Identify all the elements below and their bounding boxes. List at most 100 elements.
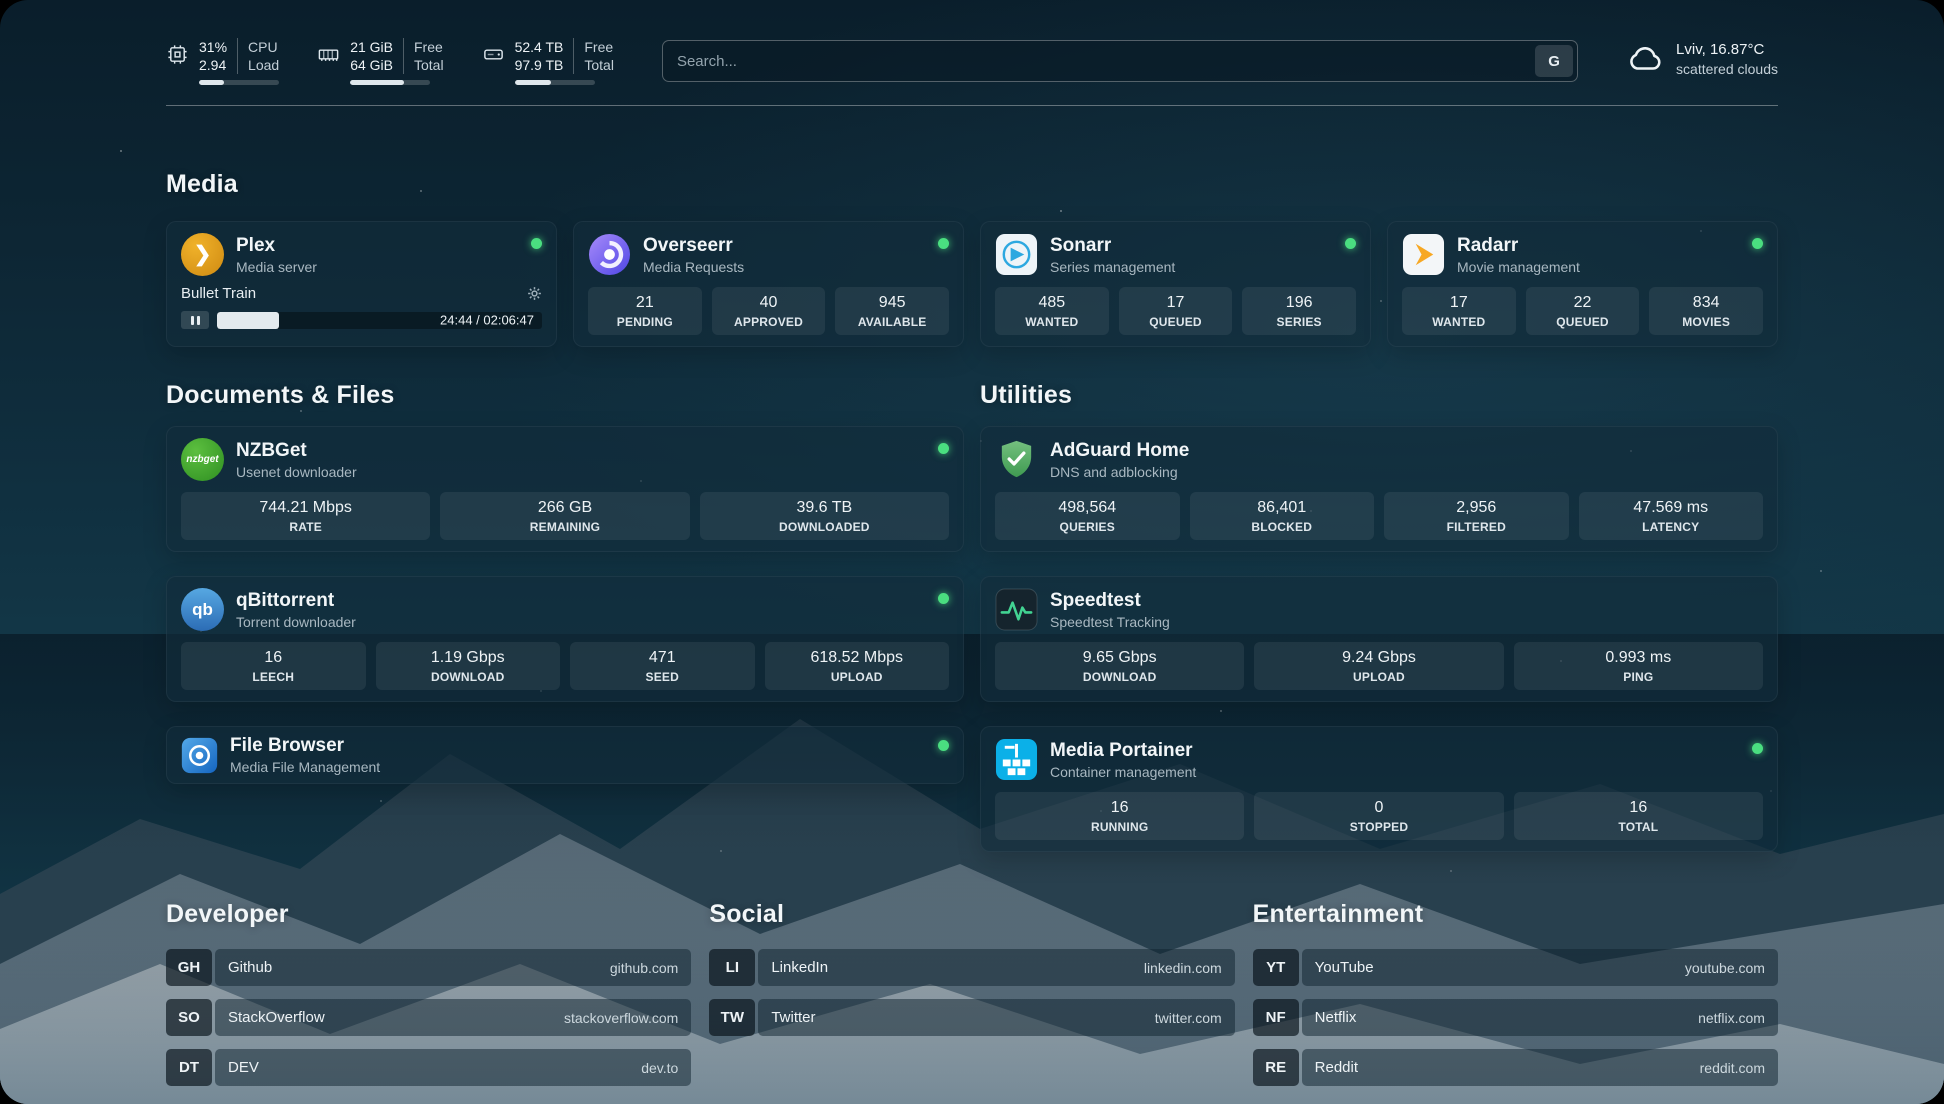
resource-widgets: 31% 2.94 CPU Load — [166, 38, 614, 85]
stat-label: SERIES — [1246, 315, 1352, 329]
nzbget-icon: nzbget — [181, 438, 224, 481]
section-documents: Documents & Files nzbget NZBGet Usenet d… — [166, 381, 964, 784]
status-online-dot — [938, 443, 949, 454]
stat-label: RUNNING — [999, 820, 1240, 834]
bookmark-abbr: SO — [166, 999, 212, 1036]
bookmark-dev[interactable]: DT DEV dev.to — [166, 1049, 691, 1086]
stat-value: 1.19 Gbps — [380, 649, 557, 667]
weather-location: Lviv, 16.87°C — [1676, 41, 1778, 58]
bookmark-url: stackoverflow.com — [564, 1010, 678, 1026]
ram-usage-widget: 21 GiB 64 GiB Free Total — [317, 38, 443, 85]
bookmark-twitter[interactable]: TW Twitter twitter.com — [709, 999, 1234, 1036]
service-card-portainer[interactable]: Media Portainer Container management 16 … — [980, 726, 1778, 852]
search-input[interactable] — [667, 53, 1531, 70]
service-subtitle: Usenet downloader — [236, 464, 357, 480]
bookmark-linkedin[interactable]: LI LinkedIn linkedin.com — [709, 949, 1234, 986]
dashboard-screen: 31% 2.94 CPU Load — [0, 0, 1944, 1104]
service-card-adguard[interactable]: AdGuard Home DNS and adblocking 498,564 … — [980, 426, 1778, 552]
ram-total-label: Total — [414, 56, 444, 74]
stat-value: 17 — [1123, 294, 1229, 312]
service-card-nzbget[interactable]: nzbget NZBGet Usenet downloader 744.21 M… — [166, 426, 964, 552]
playback-progress-bar[interactable]: 24:44 / 02:06:47 — [217, 312, 542, 329]
bookmark-github[interactable]: GH Github github.com — [166, 949, 691, 986]
bookmark-label: Github — [228, 959, 272, 976]
bookmark-url: netflix.com — [1698, 1010, 1765, 1026]
pause-button[interactable] — [181, 311, 209, 329]
service-card-overseerr[interactable]: Overseerr Media Requests 21 PENDING 40 A… — [573, 221, 964, 347]
bookmark-netflix[interactable]: NF Netflix netflix.com — [1253, 999, 1778, 1036]
bookmark-reddit[interactable]: RE Reddit reddit.com — [1253, 1049, 1778, 1086]
service-name: Plex — [236, 235, 317, 257]
stat-value: 39.6 TB — [704, 499, 945, 517]
top-bar: 31% 2.94 CPU Load — [166, 0, 1778, 85]
service-name: Media Portainer — [1050, 740, 1196, 762]
section-title-social: Social — [709, 900, 1234, 929]
stat-label: PING — [1518, 670, 1759, 684]
section-title-entertainment: Entertainment — [1253, 900, 1778, 929]
stat-value: 0.993 ms — [1518, 649, 1759, 667]
gear-icon[interactable] — [527, 286, 542, 301]
stat-upload: 9.24 Gbps UPLOAD — [1254, 642, 1503, 690]
bookmark-label: Reddit — [1315, 1059, 1358, 1076]
service-subtitle: Container management — [1050, 764, 1196, 780]
service-card-plex[interactable]: ❯ Plex Media server Bullet Train — [166, 221, 557, 347]
section-title-media: Media — [166, 170, 1778, 199]
bookmark-abbr: NF — [1253, 999, 1299, 1036]
stat-value: 196 — [1246, 294, 1352, 312]
service-card-speedtest[interactable]: Speedtest Speedtest Tracking 9.65 Gbps D… — [980, 576, 1778, 702]
service-subtitle: Media server — [236, 259, 317, 275]
bookmark-label: YouTube — [1315, 959, 1374, 976]
status-online-dot — [938, 238, 949, 249]
stat-value: 266 GB — [444, 499, 685, 517]
bookmark-url: linkedin.com — [1144, 960, 1222, 976]
service-card-sonarr[interactable]: Sonarr Series management 485 WANTED 17 Q… — [980, 221, 1371, 347]
status-online-dot — [531, 238, 542, 249]
cpu-label: CPU — [248, 38, 279, 56]
section-utilities: Utilities AdGuard Home DNS and adblockin… — [980, 381, 1778, 852]
stat-value: 498,564 — [999, 499, 1176, 517]
stat-value: 9.24 Gbps — [1258, 649, 1499, 667]
stat-wanted: 485 WANTED — [995, 287, 1109, 335]
stat-value: 17 — [1406, 294, 1512, 312]
bookmark-url: reddit.com — [1700, 1060, 1765, 1076]
playback-time: 24:44 / 02:06:47 — [440, 313, 534, 328]
stat-label: STOPPED — [1258, 820, 1499, 834]
service-card-filebrowser[interactable]: File Browser Media File Management — [166, 726, 964, 784]
section-media: Media ❯ Plex Media server Bullet Tr — [166, 170, 1778, 347]
service-card-radarr[interactable]: Radarr Movie management 17 WANTED 22 QUE… — [1387, 221, 1778, 347]
status-online-dot — [938, 593, 949, 604]
stat-available: 945 AVAILABLE — [835, 287, 949, 335]
filebrowser-icon — [181, 737, 218, 774]
stat-download: 9.65 Gbps DOWNLOAD — [995, 642, 1244, 690]
bookmark-label: Twitter — [771, 1009, 815, 1026]
bookmark-abbr: DT — [166, 1049, 212, 1086]
bookmark-youtube[interactable]: YT YouTube youtube.com — [1253, 949, 1778, 986]
bookmark-url: dev.to — [641, 1060, 678, 1076]
bookmark-group-social: Social LI LinkedIn linkedin.com TW Twitt… — [709, 900, 1234, 1086]
stat-label: SEED — [574, 670, 751, 684]
stat-value: 16 — [185, 649, 362, 667]
adguard-icon — [995, 438, 1038, 481]
service-card-qbittorrent[interactable]: qb qBittorrent Torrent downloader 16 — [166, 576, 964, 702]
stat-value: 86,401 — [1194, 499, 1371, 517]
bookmark-label: LinkedIn — [771, 959, 828, 976]
stat-approved: 40 APPROVED — [712, 287, 826, 335]
stat-queries: 498,564 QUERIES — [995, 492, 1180, 540]
service-subtitle: Media File Management — [230, 759, 380, 775]
stat-stopped: 0 STOPPED — [1254, 792, 1503, 840]
bookmark-stackoverflow[interactable]: SO StackOverflow stackoverflow.com — [166, 999, 691, 1036]
stat-value: 744.21 Mbps — [185, 499, 426, 517]
service-subtitle: Series management — [1050, 259, 1175, 275]
search-provider-button[interactable]: G — [1535, 45, 1573, 77]
stat-series: 196 SERIES — [1242, 287, 1356, 335]
now-playing-title: Bullet Train — [181, 285, 256, 302]
now-playing: Bullet Train 24:44 / 02:06:47 — [181, 285, 542, 329]
search-bar[interactable]: G — [662, 40, 1578, 82]
stat-running: 16 RUNNING — [995, 792, 1244, 840]
stat-label: REMAINING — [444, 520, 685, 534]
stat-leech: 16 LEECH — [181, 642, 366, 690]
stat-label: DOWNLOADED — [704, 520, 945, 534]
stat-value: 0 — [1258, 799, 1499, 817]
speedtest-icon — [995, 588, 1038, 631]
stat-blocked: 86,401 BLOCKED — [1190, 492, 1375, 540]
